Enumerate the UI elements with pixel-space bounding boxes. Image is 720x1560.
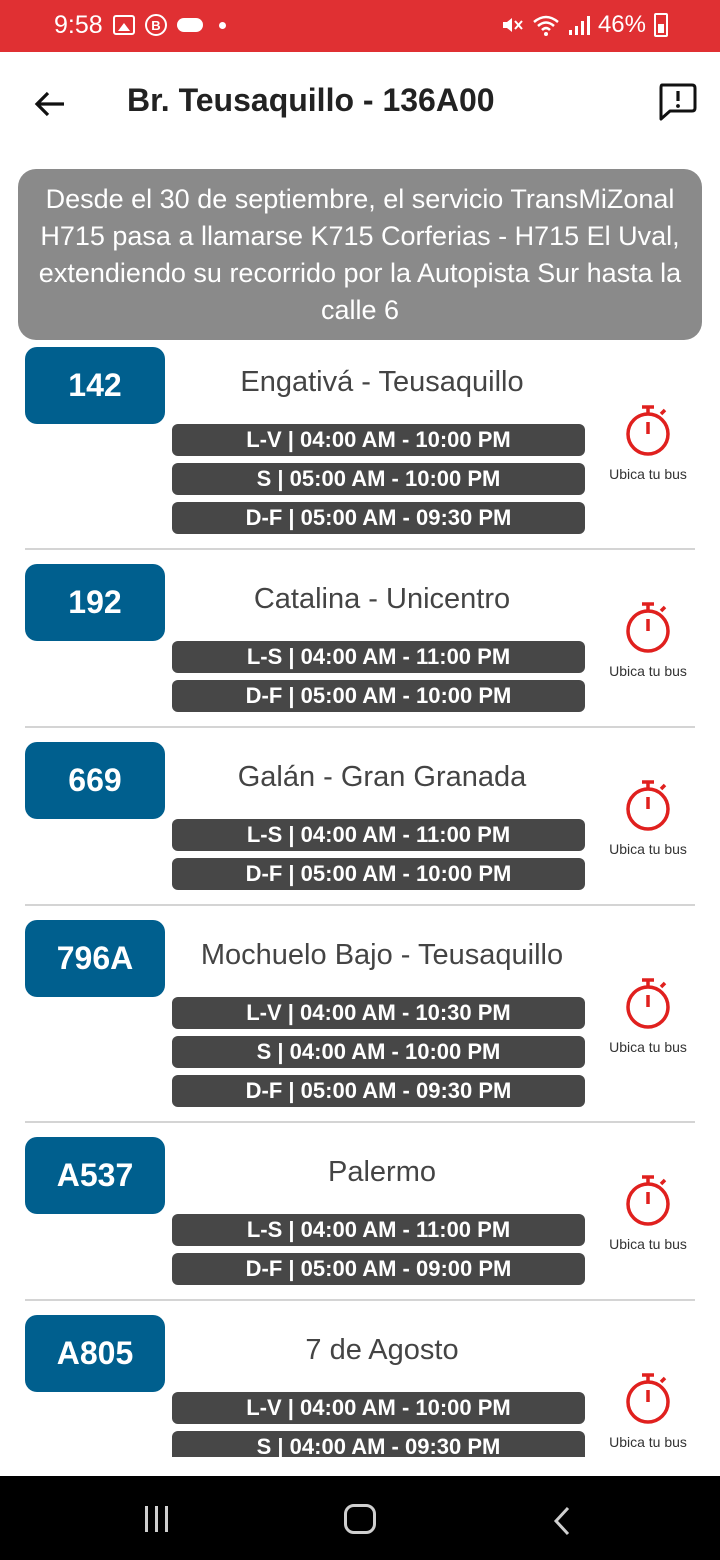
- route-name[interactable]: Catalina - Unicentro: [172, 583, 592, 616]
- route-name[interactable]: Engativá - Teusaquillo: [172, 366, 592, 399]
- page-title: Br. Teusaquillo - 136A00: [127, 82, 495, 118]
- route-name[interactable]: Palermo: [172, 1156, 592, 1189]
- locate-bus-label: Ubica tu bus: [609, 841, 687, 857]
- schedule-pill: L-V | 04:00 AM - 10:00 PM: [172, 424, 585, 456]
- status-bar: 9:58 B 46%: [0, 0, 720, 52]
- recent-apps-button[interactable]: [145, 1506, 168, 1532]
- home-button[interactable]: [344, 1504, 376, 1534]
- locate-bus-label: Ubica tu bus: [609, 1434, 687, 1450]
- route-name[interactable]: Mochuelo Bajo - Teusaquillo: [172, 939, 592, 972]
- battery-percent: 46%: [597, 11, 646, 38]
- route-code-badge[interactable]: 796A: [25, 920, 165, 997]
- stopwatch-icon: [626, 602, 670, 653]
- schedule-pill: D-F | 05:00 AM - 09:30 PM: [172, 1075, 585, 1107]
- b-app-icon: B: [145, 14, 167, 36]
- notification-icons: B: [113, 14, 226, 36]
- gallery-icon: [113, 15, 135, 35]
- route-divider: [25, 1299, 695, 1301]
- schedule-pill: L-V | 04:00 AM - 10:30 PM: [172, 997, 585, 1029]
- report-button[interactable]: [656, 82, 698, 122]
- schedule-pill: S | 04:00 AM - 09:30 PM: [172, 1431, 585, 1457]
- route-code-badge[interactable]: A537: [25, 1137, 165, 1214]
- route-code-badge[interactable]: 669: [25, 742, 165, 819]
- schedule-pill: L-S | 04:00 AM - 11:00 PM: [172, 819, 585, 851]
- locate-bus-label: Ubica tu bus: [609, 1039, 687, 1055]
- cloud-icon: [177, 18, 203, 32]
- route-divider: [25, 726, 695, 728]
- route-code-badge[interactable]: 192: [25, 564, 165, 641]
- route-divider: [25, 904, 695, 906]
- route-code-badge[interactable]: A805: [25, 1315, 165, 1392]
- system-back-button[interactable]: [552, 1506, 572, 1541]
- wifi-icon: [533, 15, 559, 36]
- stopwatch-icon: [626, 1373, 670, 1424]
- locate-bus-label: Ubica tu bus: [609, 1236, 687, 1252]
- schedule-pill: S | 05:00 AM - 10:00 PM: [172, 463, 585, 495]
- battery-icon: [654, 13, 668, 37]
- locate-bus-button[interactable]: Ubica tu bus: [600, 977, 696, 1055]
- stopwatch-icon: [626, 978, 670, 1029]
- locate-bus-button[interactable]: Ubica tu bus: [600, 601, 696, 679]
- locate-bus-button[interactable]: Ubica tu bus: [600, 1174, 696, 1252]
- schedule-pill: L-V | 04:00 AM - 10:00 PM: [172, 1392, 585, 1424]
- locate-bus-label: Ubica tu bus: [609, 663, 687, 679]
- schedule-pill: D-F | 05:00 AM - 09:30 PM: [172, 502, 585, 534]
- route-divider: [25, 1121, 695, 1123]
- schedule-pill: D-F | 05:00 AM - 10:00 PM: [172, 680, 585, 712]
- feedback-icon: [659, 83, 697, 121]
- schedule-pill: L-S | 04:00 AM - 11:00 PM: [172, 1214, 585, 1246]
- system-icons: 46%: [500, 11, 668, 39]
- more-notifications-icon: [219, 21, 226, 29]
- system-nav-bar: [0, 1476, 720, 1560]
- schedule-pill: L-S | 04:00 AM - 11:00 PM: [172, 641, 585, 673]
- route-name[interactable]: 7 de Agosto: [172, 1334, 592, 1367]
- route-divider: [25, 548, 695, 550]
- signal-icon: [568, 16, 590, 35]
- locate-bus-button[interactable]: Ubica tu bus: [600, 1372, 696, 1450]
- service-notice-banner: Desde el 30 de septiembre, el servicio T…: [18, 169, 702, 340]
- schedule-pill: D-F | 05:00 AM - 10:00 PM: [172, 858, 585, 890]
- locate-bus-button[interactable]: Ubica tu bus: [600, 404, 696, 482]
- stopwatch-icon: [626, 405, 670, 456]
- stopwatch-icon: [626, 1175, 670, 1226]
- route-code-badge[interactable]: 142: [25, 347, 165, 424]
- app-header: Br. Teusaquillo - 136A00: [0, 52, 720, 156]
- route-name[interactable]: Galán - Gran Granada: [172, 761, 592, 794]
- route-list: 142 Engativá - Teusaquillo L-V | 04:00 A…: [0, 345, 720, 1457]
- locate-bus-button[interactable]: Ubica tu bus: [600, 779, 696, 857]
- schedule-pill: S | 04:00 AM - 10:00 PM: [172, 1036, 585, 1068]
- stopwatch-icon: [626, 780, 670, 831]
- mute-icon: [502, 18, 523, 32]
- arrow-left-icon: [34, 91, 64, 117]
- status-time: 9:58: [54, 11, 103, 39]
- chevron-left-icon: [553, 1506, 570, 1536]
- back-button[interactable]: [30, 84, 70, 124]
- locate-bus-label: Ubica tu bus: [609, 466, 687, 482]
- schedule-pill: D-F | 05:00 AM - 09:00 PM: [172, 1253, 585, 1285]
